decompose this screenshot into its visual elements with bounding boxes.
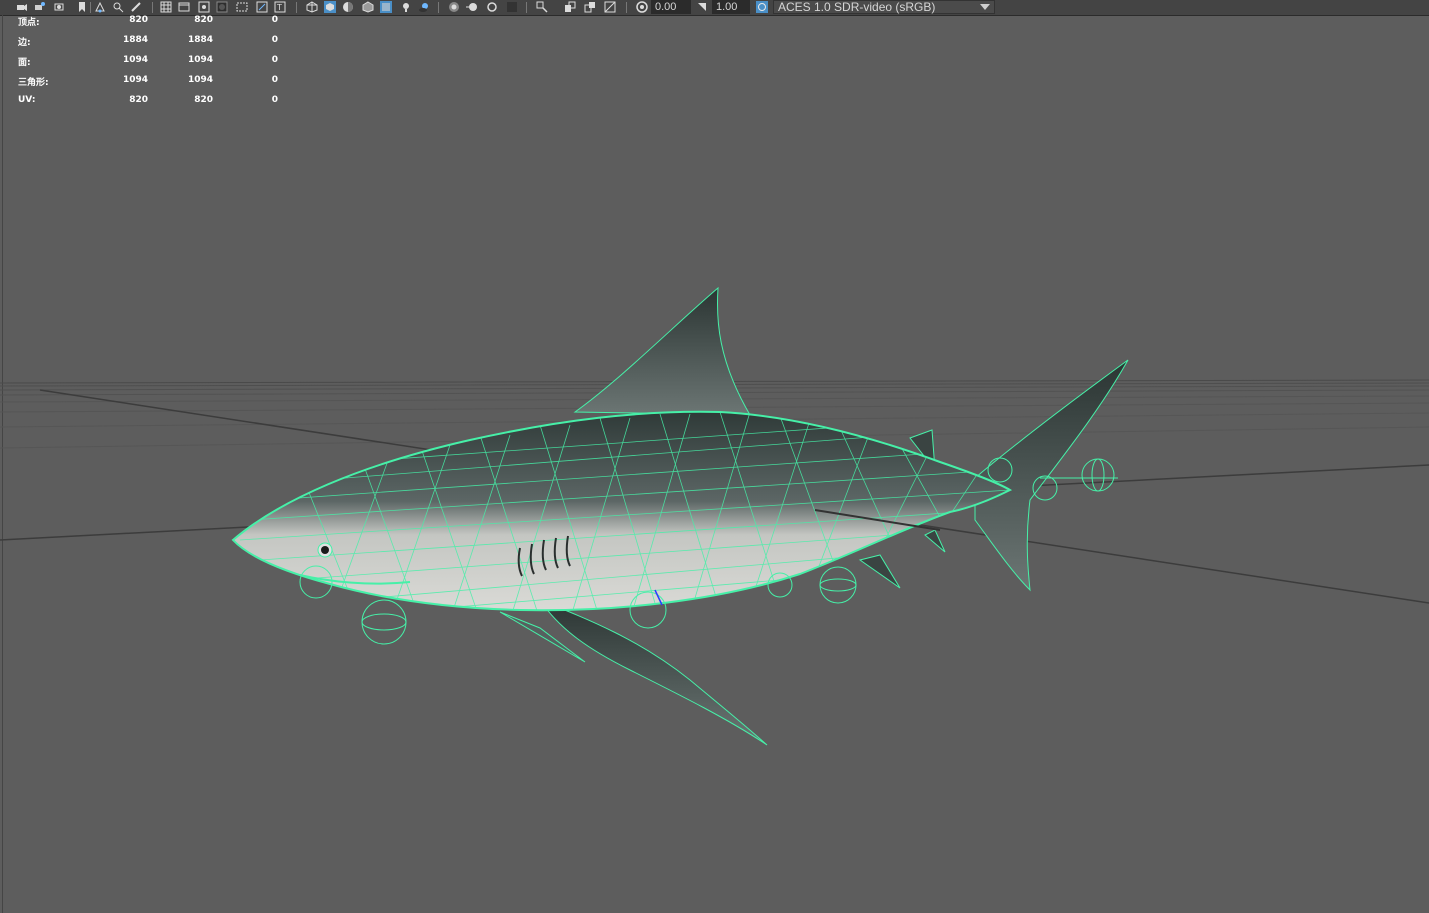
camera-attr-icon[interactable]	[34, 1, 46, 13]
rig-control-jaw[interactable]	[361, 599, 407, 645]
rig-control-tail-end[interactable]	[1081, 458, 1115, 492]
xray-joints-icon[interactable]	[564, 1, 576, 13]
resolution-gate-icon[interactable]	[198, 1, 210, 13]
safe-title-icon[interactable]: T	[274, 1, 286, 13]
shark-dorsal-fin[interactable]	[573, 286, 751, 416]
ambient-occlusion-icon[interactable]	[448, 1, 460, 13]
smooth-shade-icon[interactable]	[324, 1, 336, 13]
chevron-down-icon[interactable]	[980, 4, 990, 10]
depth-of-field-icon[interactable]	[506, 1, 518, 13]
antialias-icon[interactable]	[486, 1, 498, 13]
svg-text:T: T	[276, 3, 282, 12]
color-management-icon[interactable]	[756, 1, 768, 13]
wireframe-icon[interactable]	[306, 1, 318, 13]
isolate-icon[interactable]	[536, 1, 548, 13]
color-space-dropdown[interactable]: ACES 1.0 SDR-video (sRGB)	[773, 0, 995, 14]
camera-icon[interactable]	[16, 1, 28, 13]
shadows-icon[interactable]	[418, 1, 430, 13]
gate-mask-icon[interactable]	[216, 1, 228, 13]
field-chart-icon[interactable]	[236, 1, 248, 13]
bookmark-icon[interactable]	[76, 1, 88, 13]
camera-pan-icon[interactable]	[130, 1, 142, 13]
viewport-3d[interactable]	[0, 15, 1429, 913]
camera-bookmark-icon[interactable]	[54, 1, 66, 13]
shark-pectoral-fin[interactable]	[499, 598, 768, 746]
shark-eye	[317, 542, 333, 558]
backface-icon[interactable]	[604, 1, 616, 13]
xray-icon[interactable]	[380, 1, 392, 13]
safe-action-icon[interactable]	[256, 1, 268, 13]
color-space-label: ACES 1.0 SDR-video (sRGB)	[778, 0, 936, 14]
image-plane-icon[interactable]	[94, 1, 106, 13]
exposure-icon[interactable]	[636, 1, 648, 13]
wireframe-on-shaded-icon[interactable]	[362, 1, 374, 13]
gamma-field[interactable]: 1.00	[712, 0, 750, 14]
xray-active-icon[interactable]	[584, 1, 596, 13]
lights-icon[interactable]	[400, 1, 412, 13]
default-material-icon[interactable]	[342, 1, 354, 13]
exposure-field[interactable]: 0.00	[651, 0, 691, 14]
grid-icon[interactable]	[160, 1, 172, 13]
film-gate-icon[interactable]	[178, 1, 190, 13]
rig-control-pelvic[interactable]	[819, 566, 857, 604]
viewport-toolbar: T 0.00 1.00 ACES 1.0 SDR-video (sRGB)	[0, 0, 1429, 16]
camera-tumble-icon[interactable]	[112, 1, 124, 13]
motion-blur-icon[interactable]	[466, 1, 478, 13]
gamma-icon[interactable]	[696, 1, 708, 13]
